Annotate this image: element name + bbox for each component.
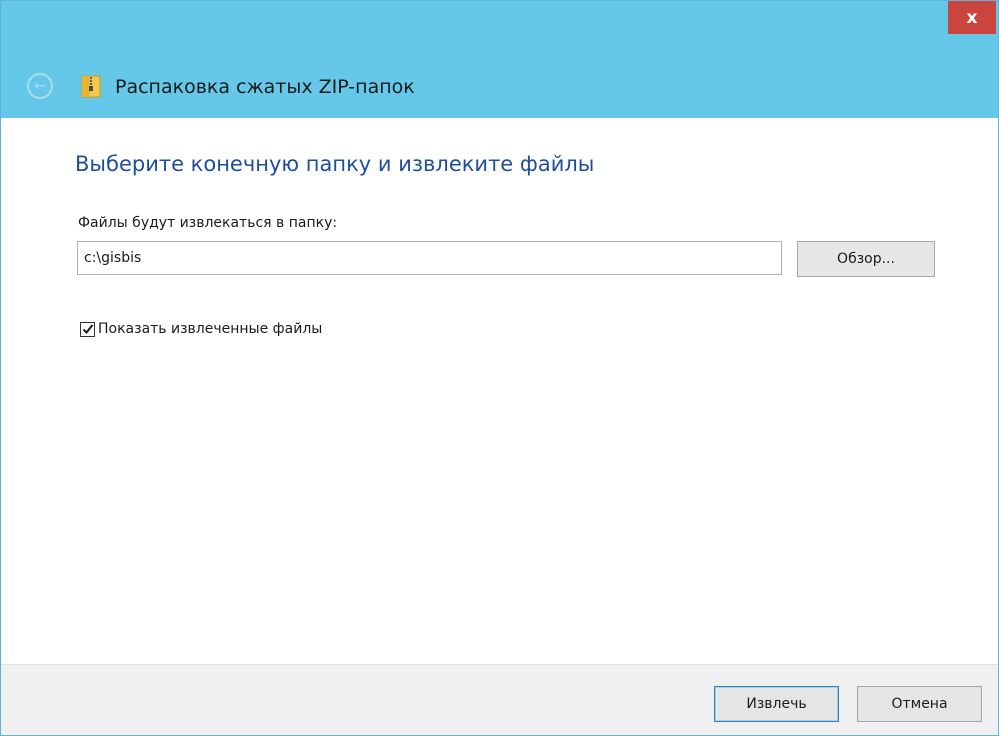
back-button[interactable]: ← (27, 73, 53, 99)
extract-button[interactable]: Извлечь (714, 686, 839, 722)
destination-label: Файлы будут извлекаться в папку: (78, 215, 338, 231)
dialog-footer: Извлечь Отмена (1, 664, 998, 735)
close-icon: x (966, 7, 978, 28)
close-button[interactable]: x (948, 1, 996, 34)
checkmark-icon (82, 324, 93, 334)
title-bar: x ← Распаковка сжатых ZIP-папок (1, 1, 998, 118)
destination-path-input[interactable] (77, 241, 782, 275)
extract-zip-dialog: x ← Распаковка сжатых ZIP-папок Выберите… (0, 0, 999, 736)
cancel-button[interactable]: Отмена (857, 686, 982, 722)
page-title: Выберите конечную папку и извлеките файл… (75, 152, 595, 176)
back-arrow-icon: ← (34, 78, 46, 94)
zip-folder-icon (81, 75, 101, 98)
window-title: Распаковка сжатых ZIP-папок (115, 76, 415, 98)
show-extracted-files-option[interactable]: Показать извлеченные файлы (80, 318, 322, 340)
show-extracted-files-checkbox[interactable] (80, 321, 95, 337)
browse-button[interactable]: Обзор... (797, 241, 935, 277)
show-extracted-files-label: Показать извлеченные файлы (98, 321, 323, 337)
